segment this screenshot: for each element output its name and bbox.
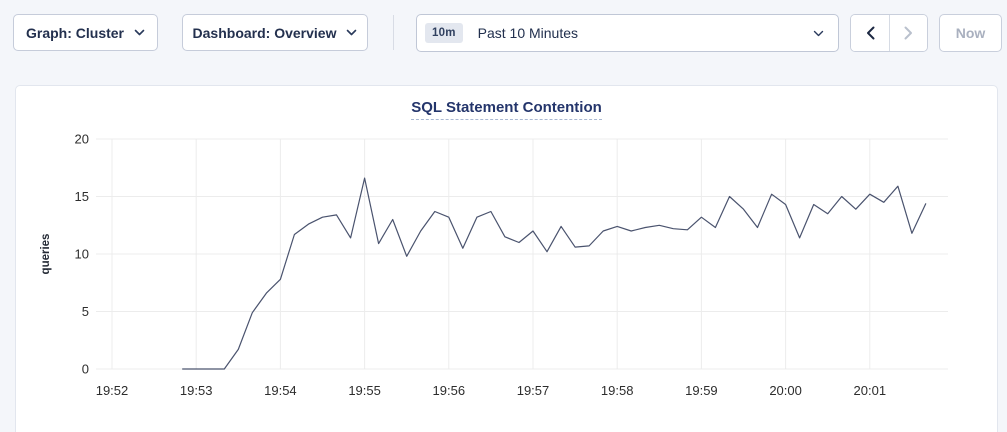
y-tick-label: 5 xyxy=(82,304,89,319)
chevron-left-icon xyxy=(866,26,875,40)
x-tick-label: 19:59 xyxy=(685,383,718,398)
chart-title-wrap: SQL Statement Contention xyxy=(16,99,997,120)
toolbar-divider xyxy=(393,15,394,50)
toolbar: Graph: Cluster Dashboard: Overview 10m P… xyxy=(0,0,1007,68)
x-tick-label: 19:54 xyxy=(264,383,297,398)
x-tick-label: 20:00 xyxy=(769,383,802,398)
dashboard-selector-dropdown[interactable]: Dashboard: Overview xyxy=(182,14,368,51)
time-range-dropdown[interactable]: 10m Past 10 Minutes xyxy=(416,14,839,52)
x-tick-label: 19:52 xyxy=(96,383,129,398)
previous-time-button[interactable] xyxy=(851,15,889,51)
chart-title[interactable]: SQL Statement Contention xyxy=(411,99,602,120)
x-tick-label: 19:57 xyxy=(517,383,550,398)
y-axis-title: queries xyxy=(40,234,52,275)
series-line xyxy=(182,178,926,369)
time-range-label: Past 10 Minutes xyxy=(478,25,578,41)
graph-selector-dropdown[interactable]: Graph: Cluster xyxy=(13,14,158,51)
time-range-badge: 10m xyxy=(425,23,463,43)
chart-panel: SQL Statement Contention 0 5 10 15 20 19:52 19… xyxy=(15,85,998,432)
x-tick-label: 19:53 xyxy=(180,383,213,398)
y-tick-label: 10 xyxy=(75,247,89,262)
dashboard-selector-label: Dashboard: Overview xyxy=(193,25,337,41)
y-tick-label: 15 xyxy=(75,189,89,204)
x-tick-label: 20:01 xyxy=(854,383,887,398)
y-tick-label: 20 xyxy=(75,132,89,147)
chevron-right-icon xyxy=(904,26,913,40)
now-button[interactable]: Now xyxy=(939,14,1002,52)
x-tick-label: 19:55 xyxy=(348,383,381,398)
graph-selector-label: Graph: Cluster xyxy=(26,25,124,41)
chevron-down-icon xyxy=(134,29,145,36)
next-time-button[interactable] xyxy=(889,15,927,51)
chevron-down-icon xyxy=(813,30,824,37)
x-tick-label: 19:58 xyxy=(601,383,634,398)
chevron-down-icon xyxy=(346,29,357,36)
x-tick-label: 19:56 xyxy=(433,383,466,398)
y-tick-label: 0 xyxy=(82,362,89,377)
time-shift-button-group xyxy=(850,14,928,52)
line-chart[interactable]: 0 5 10 15 20 19:52 19:53 19:54 19:55 19:56 19:57 19… xyxy=(16,86,999,432)
